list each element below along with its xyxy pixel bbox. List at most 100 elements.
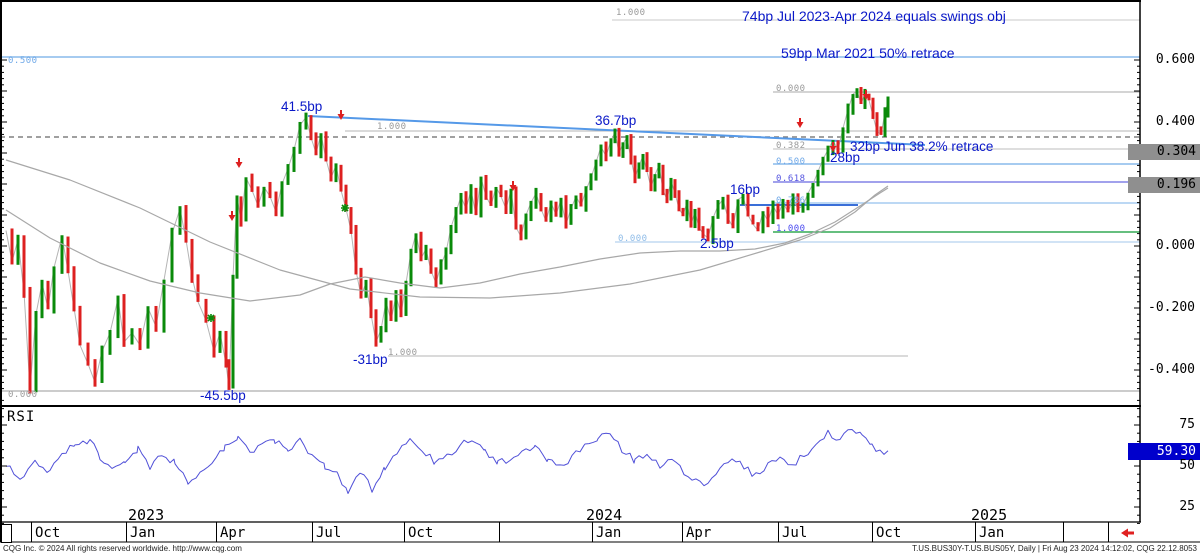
fib-ratio-label: 1.000 [377,122,407,132]
fib-ratio-label: 0.000 [618,234,648,244]
candle-bar [500,185,503,197]
candle-bar [117,296,120,339]
candle-bar [415,233,418,253]
candle-bar [666,189,669,203]
fib-ratio-label: 1.000 [388,348,418,358]
candle-bar [674,179,677,198]
swing-price-label[interactable]: 36.7bp [595,113,636,128]
candle-bar [400,289,403,317]
fib-ratio-label: 0.382 [776,141,806,151]
swing-price-label[interactable]: -45.5bp [200,388,246,403]
candle-bar [11,228,14,264]
price-axis-tick-label: -0.400 [1135,362,1195,377]
candle-bar [375,309,378,346]
candle-bar [310,115,313,140]
candle-bar [305,113,308,130]
candle-bar [812,183,815,198]
candle-bar [642,154,645,170]
candle-bar [23,235,26,297]
candle-bar [425,245,428,260]
swing-price-label[interactable]: 16bp [730,182,760,197]
candle-bar [450,225,453,254]
swing-price-label[interactable]: 32bp Jun 38.2% retrace [850,139,993,154]
candle-bar [580,193,583,207]
candle-bar [232,275,235,389]
swing-price-label[interactable]: -31bp [353,352,388,367]
candle-bar [884,107,887,137]
annotation-swings-objective[interactable]: 74bp Jul 2023-Apr 2024 equals swings obj [742,8,1006,24]
candle-bar [510,189,513,214]
candle-bar [872,98,875,119]
month-label: Oct [876,525,901,541]
month-divider [312,522,313,542]
month-label: Oct [35,525,60,541]
swing-price-label[interactable]: 2.5bp [700,236,734,251]
scroll-left-arrow-icon[interactable] [1121,529,1134,538]
month-label: Jan [130,525,155,541]
rsi-line [6,430,888,494]
chart-canvas[interactable] [0,0,1200,554]
candle-bar [662,165,665,195]
candle-bar [847,104,850,134]
candle-bar [515,186,518,229]
candle-bar [213,316,216,358]
candle-bar [505,190,508,214]
candle-bar [87,343,90,366]
candle-bar [490,191,493,206]
candle-bar [670,178,673,201]
candle-bar [880,126,883,135]
swing-price-label[interactable]: 28bp [830,150,860,165]
fib-ratio-label: 0.500 [776,157,806,167]
month-divider [1063,522,1064,542]
candle-bar [123,294,126,347]
candle-bar [287,164,290,185]
candle-bar [236,195,239,278]
candle-bar [335,163,338,182]
candle-bar [480,177,483,218]
candle-bar [228,359,231,390]
month-label: Apr [686,525,711,541]
month-label: Jul [782,525,807,541]
sell-signal-arrow-icon [236,158,243,168]
candle-bar [53,266,56,313]
month-label: Oct [408,525,433,541]
candle-bar [658,163,661,178]
candle-bar [47,281,50,309]
swing-price-label[interactable]: 41.5bp [281,99,322,114]
year-label: 2025 [971,506,1007,524]
candle-bar [822,157,825,175]
status-bar-copyright: CQG Inc. © 2024 All rights reserved worl… [3,544,242,553]
month-divider [404,522,405,542]
candle-bar [355,225,358,274]
candle-bar [325,131,328,161]
candle-bar [245,177,248,221]
price-axis-tick-label: 0.000 [1135,238,1195,253]
candle-bar [817,170,820,186]
fib-ratio-label: 1.000 [776,224,806,234]
buy-signal-cross-icon [207,314,215,322]
month-divider [778,522,779,542]
time-scrollbar-handle[interactable] [1,524,12,543]
month-divider [872,522,873,542]
candle-bar [35,311,38,392]
candle-bar [101,346,104,383]
price-axis-tick-label: 0.400 [1135,114,1195,129]
candle-bar [147,306,150,348]
buy-signal-cross-icon [341,204,349,212]
candle-bar [465,191,468,213]
candle-bar [67,237,70,274]
status-bar-symbol-info: T.US.BUS30Y-T.US.BUS05Y, Daily | Fri Aug… [912,544,1197,553]
candle-bar [887,97,890,118]
candle-bar [698,208,701,231]
candle-bar [757,222,760,231]
candle-bar [614,129,617,144]
candle-bar [460,193,463,215]
candle-bar [654,174,657,191]
candle-bar [565,195,568,228]
candle-bar [535,188,538,209]
annotation-2021-retrace[interactable]: 59bp Mar 2021 50% retrace [781,45,955,61]
candle-bar [485,175,488,200]
candle-bar [646,152,649,172]
candle-bar [530,201,533,221]
candle-bar [163,280,166,333]
